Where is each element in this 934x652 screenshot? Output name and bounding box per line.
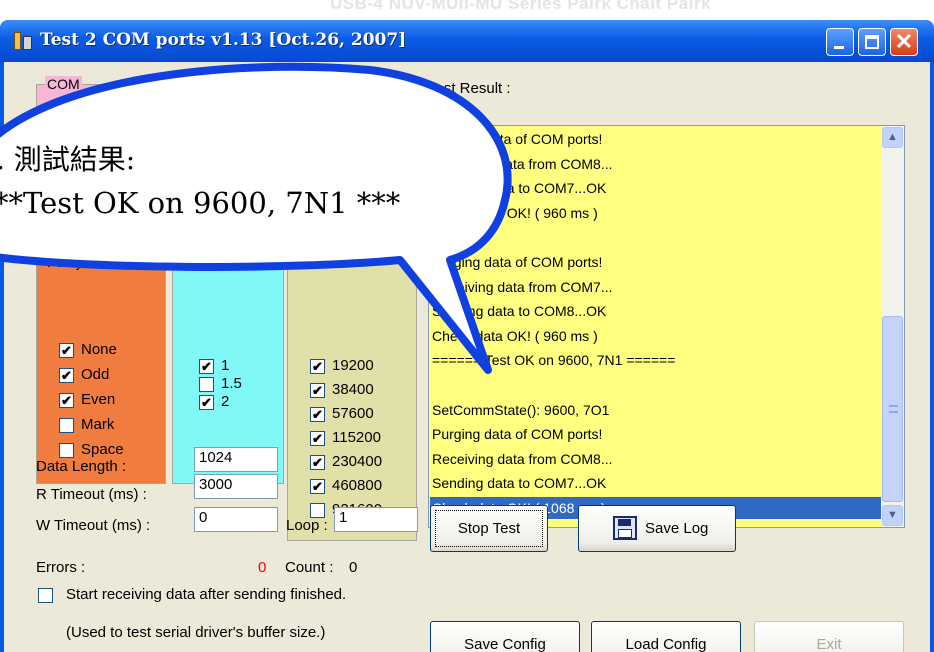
save-config-button[interactable]: Save Config <box>430 621 580 652</box>
parity-label: Space <box>81 441 124 458</box>
baud-label: 230400 <box>332 453 383 470</box>
result-line[interactable]: Purging data of COM ports! <box>432 128 602 150</box>
minimize-icon <box>834 46 844 49</box>
result-line[interactable]: Receiving data from COM7... <box>432 276 613 298</box>
checkbox-box[interactable]: ✔ <box>310 359 325 374</box>
result-line[interactable]: Check data OK! ( 960 ms ) <box>432 325 598 347</box>
scroll-down-button[interactable]: ▼ <box>882 505 903 526</box>
checkbox-box[interactable]: ✔ <box>59 343 74 358</box>
save-log-button[interactable]: Save Log <box>578 505 736 552</box>
callout-line-1: . 測試結果: <box>0 143 136 176</box>
callout-line-2: **Test OK on 9600, 7N1 *** <box>0 186 401 220</box>
exit-button[interactable]: Exit <box>754 621 904 652</box>
start-receiving-label: Start receiving data after sending finis… <box>66 586 347 603</box>
checkbox-box[interactable] <box>199 377 214 392</box>
baudrate-group: Rate ✔ 19200 ✔ 38400 ✔ 57600 ✔ 115200 ✔ 230400 ✔ 46… <box>287 76 417 541</box>
r-timeout-label: R Timeout (ms) : <box>36 486 147 503</box>
checkbox-box[interactable]: ✔ <box>199 359 214 374</box>
grip-icon <box>889 405 898 413</box>
parity-label: Even <box>81 391 116 408</box>
stopbits-label: 2 <box>221 393 230 410</box>
result-line[interactable]: ====== Test OK on 9600, 7N1 ====== <box>432 349 675 371</box>
close-icon: ✕ <box>894 29 914 54</box>
parity-label: None <box>81 341 117 358</box>
baudrate-group-legend: Rate <box>352 76 386 92</box>
errors-value: 0 <box>258 559 267 576</box>
app-window: Test 2 COM ports v1.13 [Oct.26, 2007] ✕ … <box>0 20 934 652</box>
result-scrollbar[interactable]: ▲ ▼ <box>881 126 904 527</box>
count-value: 0 <box>349 559 358 576</box>
result-line[interactable]: Check data OK! ( 960 ms ) <box>432 202 598 224</box>
baud-label: 57600 <box>332 405 374 422</box>
title-bar[interactable]: Test 2 COM ports v1.13 [Oct.26, 2007] ✕ <box>0 20 934 62</box>
floppy-disk-icon <box>613 516 637 540</box>
maximize-button[interactable] <box>858 28 886 56</box>
result-line[interactable]: Purging data of COM ports! <box>432 251 602 273</box>
scroll-up-button[interactable]: ▲ <box>882 127 903 148</box>
save-log-label: Save Log <box>645 520 709 537</box>
app-icon[interactable] <box>14 32 34 50</box>
load-config-button[interactable]: Load Config <box>591 621 741 652</box>
stop-test-button[interactable]: Stop Test <box>430 505 548 552</box>
save-config-label: Save Config <box>464 636 546 652</box>
loop-label: Loop : <box>286 517 328 534</box>
checkbox-box[interactable]: ✔ <box>59 368 74 383</box>
w-timeout-input[interactable]: 0 <box>194 507 278 532</box>
result-line[interactable]: Sending data to COM7...OK <box>432 472 606 494</box>
baud-label: 19200 <box>332 357 374 374</box>
parity-label: Odd <box>81 366 110 383</box>
parity-group-legend: Parity <box>45 254 85 270</box>
minimize-button[interactable] <box>826 28 854 56</box>
checkbox-box[interactable] <box>310 503 325 518</box>
scroll-thumb[interactable] <box>882 316 903 502</box>
result-line[interactable]: Sending data to COM8...OK <box>432 300 606 322</box>
checkbox-box[interactable]: ✔ <box>310 455 325 470</box>
data-length-input[interactable]: 1024 <box>194 447 278 472</box>
errors-label: Errors : <box>36 559 86 576</box>
checkbox-box[interactable]: ✔ <box>59 393 74 408</box>
test-result-label: Test Result : <box>428 80 511 97</box>
checkbox-box[interactable] <box>59 418 74 433</box>
count-label: Count : <box>285 559 334 576</box>
buffer-note: (Used to test serial driver's buffer siz… <box>66 624 326 641</box>
w-timeout-label: W Timeout (ms) : <box>36 517 151 534</box>
test-result-list[interactable]: Purging data of COM ports! Receiving data… <box>428 125 905 528</box>
close-button[interactable]: ✕ <box>890 28 918 56</box>
data-length-label: Data Length : <box>36 458 127 475</box>
parity-group: Parity ✔ None ✔ Odd ✔ Even Mark Space <box>36 254 166 484</box>
client-area: COM Parity ✔ None ✔ Odd ✔ Even Mark Space ✔ 1 1.5… <box>4 62 930 652</box>
parity-label: Mark <box>81 416 115 433</box>
checkbox-box[interactable]: ✔ <box>310 479 325 494</box>
baud-label: 460800 <box>332 477 383 494</box>
window-title: Test 2 COM ports v1.13 [Oct.26, 2007] <box>40 30 407 50</box>
stopbits-label: 1.5 <box>221 375 242 392</box>
exit-label: Exit <box>816 636 842 652</box>
result-line[interactable]: Purging data of COM ports! <box>432 423 602 445</box>
checkbox-box[interactable]: ✔ <box>310 407 325 422</box>
result-line[interactable]: Sending data to COM7...OK <box>432 177 606 199</box>
result-line[interactable]: Receiving data from COM8... <box>432 153 613 175</box>
loop-input[interactable]: 1 <box>334 507 418 532</box>
checkbox-box[interactable] <box>59 443 74 458</box>
maximize-icon <box>865 35 879 49</box>
start-receiving-box[interactable] <box>38 588 53 603</box>
stopbits-label: 1 <box>221 357 230 374</box>
result-line[interactable]: SetCommState(): 9600, 7O1 <box>432 399 609 421</box>
r-timeout-input[interactable]: 3000 <box>194 474 278 499</box>
load-config-label: Load Config <box>625 636 707 652</box>
checkbox-box[interactable]: ✔ <box>310 431 325 446</box>
com-group-legend: COM <box>45 76 82 92</box>
result-line[interactable]: Receiving data from COM8... <box>432 448 613 470</box>
focus-rect <box>435 510 543 547</box>
checkbox-box[interactable]: ✔ <box>310 383 325 398</box>
baud-label: 115200 <box>332 429 381 446</box>
checkbox-box[interactable]: ✔ <box>199 395 214 410</box>
background-window-title: USB-4 NUV-MUII-MU Series Pairk Chait Pai… <box>330 0 711 13</box>
baud-label: 38400 <box>332 381 374 398</box>
